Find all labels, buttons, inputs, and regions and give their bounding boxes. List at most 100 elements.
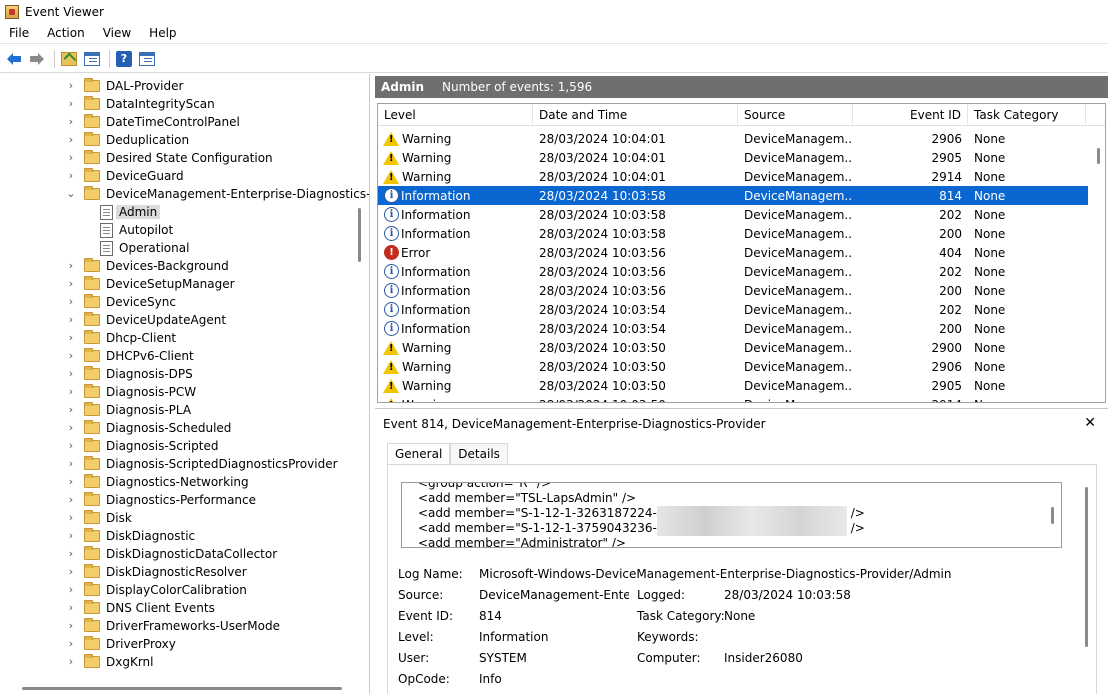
chevron-right-icon[interactable]: › (66, 656, 76, 667)
event-row[interactable]: Warning 28/03/2024 10:04:01 DeviceManagem.… (378, 148, 1088, 167)
column-level[interactable]: Level (378, 104, 533, 126)
tree-item[interactable]: › DriverFrameworks-UserMode (66, 617, 280, 635)
tree-item[interactable]: › Diagnosis-Scheduled (66, 419, 231, 437)
tree-item[interactable]: › Diagnosis-PCW (66, 383, 196, 401)
menu-file[interactable]: File (0, 26, 38, 40)
console-tree[interactable]: › DAL-Provider › DataIntegrityScan › DateTime… (0, 74, 370, 694)
tree-item[interactable]: › Desired State Configuration (66, 149, 273, 167)
chevron-right-icon[interactable]: › (66, 332, 76, 343)
chevron-right-icon[interactable]: › (66, 584, 76, 595)
show-hide-tree-button[interactable] (82, 49, 102, 69)
event-description-box[interactable]: <group action="R" /> <add member="TSL-La… (401, 482, 1062, 548)
chevron-right-icon[interactable]: › (66, 260, 76, 271)
chevron-right-icon[interactable]: › (66, 512, 76, 523)
tree-item[interactable]: › DiskDiagnosticResolver (66, 563, 247, 581)
event-row[interactable]: i Information 28/03/2024 10:03:54 DeviceMan… (378, 300, 1088, 319)
events-grid[interactable]: Level Date and Time Source Event ID Task… (377, 103, 1106, 403)
tree-item[interactable]: › DeviceSetupManager (66, 275, 235, 293)
tree-item[interactable]: › Diagnosis-ScriptedDiagnosticsProvider (66, 455, 338, 473)
tree-item[interactable]: Operational (100, 239, 189, 257)
event-row[interactable]: i Information 28/03/2024 10:03:58 DeviceMan… (378, 186, 1088, 205)
chevron-right-icon[interactable]: › (66, 98, 76, 109)
show-hide-action-pane-button[interactable] (137, 49, 157, 69)
tree-item[interactable]: Autopilot (100, 221, 173, 239)
tree-item[interactable]: › Deduplication (66, 131, 189, 149)
help-button[interactable]: ? (114, 49, 134, 69)
tree-item[interactable]: › DataIntegrityScan (66, 95, 215, 113)
tree-item[interactable]: › Devices-Background (66, 257, 229, 275)
tree-item[interactable]: › DeviceSync (66, 293, 176, 311)
chevron-down-icon[interactable]: ⌄ (66, 188, 76, 199)
tree-item[interactable]: › Diagnostics-Networking (66, 473, 249, 491)
chevron-right-icon[interactable]: › (66, 602, 76, 613)
chevron-right-icon[interactable]: › (66, 476, 76, 487)
tree-item[interactable]: › DAL-Provider (66, 77, 183, 95)
tree-scrollbar[interactable] (358, 208, 361, 262)
event-row[interactable]: Warning 28/03/2024 10:03:50 DeviceManagem.… (378, 376, 1088, 395)
tree-item[interactable]: › DHCPv6-Client (66, 347, 194, 365)
tree-item[interactable]: › DNS Client Events (66, 599, 215, 617)
event-row[interactable]: ! Error 28/03/2024 10:03:56 DeviceManagem..… (378, 243, 1088, 262)
chevron-right-icon[interactable]: › (66, 80, 76, 91)
tree-horizontal-scrollbar[interactable] (22, 687, 342, 690)
tab-general[interactable]: General (387, 443, 451, 465)
chevron-right-icon[interactable]: › (66, 638, 76, 649)
tree-item[interactable]: › Disk (66, 509, 132, 527)
grid-scrollbar[interactable] (1097, 148, 1100, 164)
menu-action[interactable]: Action (38, 26, 94, 40)
chevron-right-icon[interactable]: › (66, 386, 76, 397)
chevron-right-icon[interactable]: › (66, 116, 76, 127)
chevron-right-icon[interactable]: › (66, 350, 76, 361)
chevron-right-icon[interactable]: › (66, 566, 76, 577)
chevron-right-icon[interactable]: › (66, 314, 76, 325)
chevron-right-icon[interactable]: › (66, 548, 76, 559)
column-date-time[interactable]: Date and Time (533, 104, 738, 126)
detail-scrollbar[interactable] (1085, 487, 1088, 647)
event-row[interactable]: Warning 28/03/2024 10:04:01 DeviceManagem.… (378, 167, 1088, 186)
back-button[interactable] (4, 49, 24, 69)
tree-item[interactable]: › DiskDiagnostic (66, 527, 195, 545)
tree-item[interactable]: › DiskDiagnosticDataCollector (66, 545, 277, 563)
chevron-right-icon[interactable]: › (66, 152, 76, 163)
tree-item[interactable]: › DriverProxy (66, 635, 176, 653)
event-row[interactable]: i Information 28/03/2024 10:03:56 DeviceMan… (378, 262, 1088, 281)
chevron-right-icon[interactable]: › (66, 404, 76, 415)
chevron-right-icon[interactable]: › (66, 134, 76, 145)
event-row[interactable]: i Information 28/03/2024 10:03:58 DeviceMan… (378, 224, 1088, 243)
tree-item[interactable]: › DateTimeControlPanel (66, 113, 240, 131)
description-scrollbar[interactable] (1051, 507, 1054, 524)
chevron-right-icon[interactable]: › (66, 620, 76, 631)
chevron-right-icon[interactable]: › (66, 440, 76, 451)
event-row[interactable]: i Information 28/03/2024 10:03:54 DeviceMan… (378, 319, 1088, 338)
close-detail-button[interactable]: ✕ (1084, 415, 1096, 431)
tree-item[interactable]: › Diagnosis-Scripted (66, 437, 218, 455)
up-folder-button[interactable] (59, 49, 79, 69)
event-row[interactable]: i Information 28/03/2024 10:03:56 DeviceMan… (378, 281, 1088, 300)
menu-view[interactable]: View (94, 26, 140, 40)
tree-item[interactable]: ⌄ DeviceManagement-Enterprise-Diagnostics… (66, 185, 369, 203)
event-row[interactable]: Warning 28/03/2024 10:04:01 DeviceManagem.… (378, 129, 1088, 148)
chevron-right-icon[interactable]: › (66, 170, 76, 181)
event-row[interactable]: i Information 28/03/2024 10:03:58 DeviceMan… (378, 205, 1088, 224)
tab-details[interactable]: Details (450, 443, 508, 465)
tree-item[interactable]: › DisplayColorCalibration (66, 581, 247, 599)
chevron-right-icon[interactable]: › (66, 368, 76, 379)
tree-item[interactable]: › DeviceGuard (66, 167, 184, 185)
tree-item[interactable]: › DxgKrnl (66, 653, 154, 671)
tree-item[interactable]: › DeviceUpdateAgent (66, 311, 226, 329)
chevron-right-icon[interactable]: › (66, 422, 76, 433)
menu-help[interactable]: Help (140, 26, 185, 40)
event-row[interactable]: Warning 28/03/2024 10:03:50 DeviceManagem.… (378, 338, 1088, 357)
tree-item[interactable]: Admin (100, 203, 161, 221)
tree-item[interactable]: › Diagnosis-DPS (66, 365, 193, 383)
chevron-right-icon[interactable]: › (66, 458, 76, 469)
chevron-right-icon[interactable]: › (66, 278, 76, 289)
event-row[interactable]: Warning 28/03/2024 10:03:50 DeviceManagem.… (378, 357, 1088, 376)
tree-item[interactable]: › Diagnosis-PLA (66, 401, 191, 419)
tree-item[interactable]: › Dhcp-Client (66, 329, 176, 347)
column-source[interactable]: Source (738, 104, 853, 126)
forward-button[interactable] (27, 49, 47, 69)
column-event-id[interactable]: Event ID (853, 104, 968, 126)
column-task-category[interactable]: Task Category (968, 104, 1086, 126)
event-row[interactable]: Warning 28/03/2024 10:03:50 DeviceManagem.… (378, 395, 1088, 402)
